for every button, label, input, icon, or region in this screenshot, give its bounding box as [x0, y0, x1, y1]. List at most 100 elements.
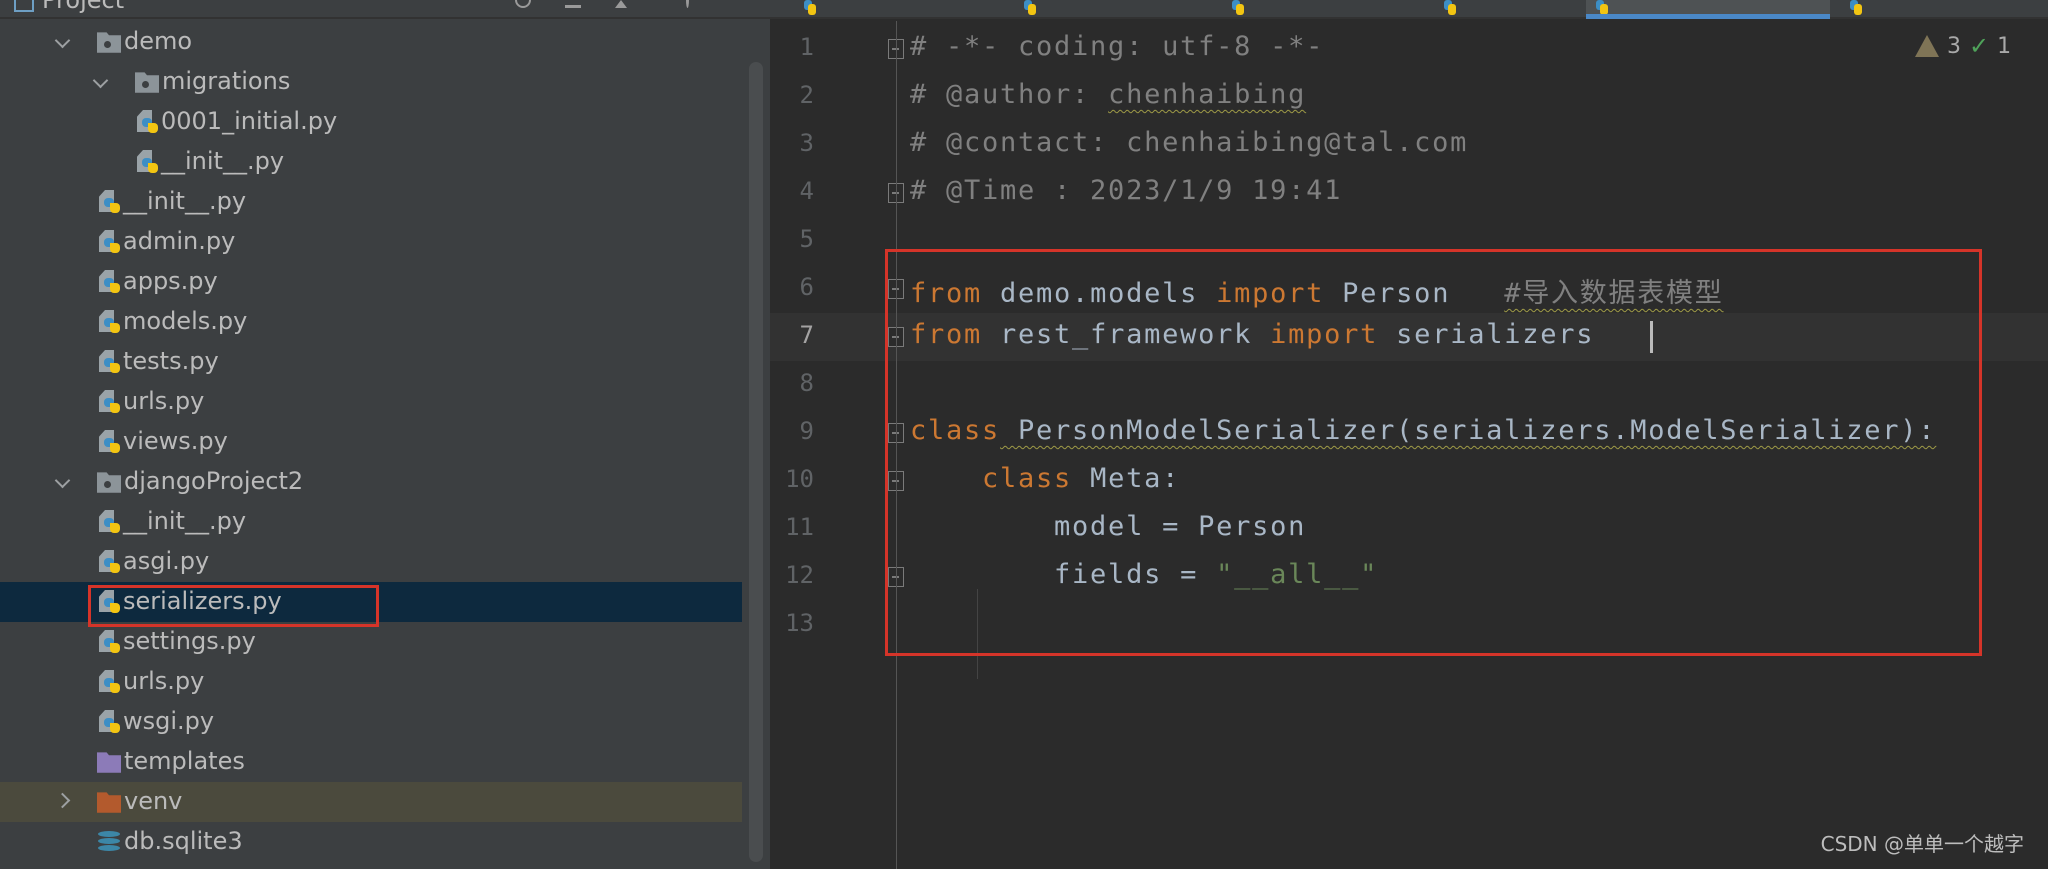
chevron-right-icon[interactable]: [54, 792, 71, 809]
tree-item[interactable]: urls.py: [0, 382, 742, 422]
tree-item[interactable]: djangoProject2: [0, 462, 742, 502]
collapse-all-icon[interactable]: [565, 0, 581, 8]
tree-item[interactable]: templates: [0, 742, 742, 782]
tree-item[interactable]: models.py: [0, 302, 742, 342]
typo-check-icon: ✓: [1969, 32, 1990, 60]
tree-item[interactable]: venv: [0, 782, 742, 822]
code-line[interactable]: 2 # @author: chenhaibing: [770, 73, 2048, 121]
line-number: 4: [799, 177, 814, 205]
tree-item[interactable]: __init__.py: [0, 142, 742, 182]
code-text: # -*- coding: utf-8 -*-: [910, 31, 1324, 62]
code-token: chenhaibing: [1108, 79, 1307, 110]
python-file-icon: [99, 550, 123, 574]
tree-item[interactable]: settings.py: [0, 622, 742, 662]
tree-item-label: apps.py: [123, 267, 218, 295]
editor-tab[interactable]: [1840, 0, 2040, 19]
tree-item-label: asgi.py: [123, 547, 210, 575]
folder-package-icon: [135, 72, 159, 93]
line-number: 9: [799, 417, 814, 445]
python-file-icon: [137, 150, 161, 174]
code-line[interactable]: 3 # @contact: chenhaibing@tal.com: [770, 121, 2048, 169]
tree-item[interactable]: asgi.py: [0, 542, 742, 582]
tree-item[interactable]: migrations: [0, 62, 742, 102]
tree-item-label: demo: [124, 27, 193, 55]
chevron-down-icon[interactable]: [54, 472, 71, 489]
tree-item[interactable]: __init__.py: [0, 182, 742, 222]
tree-item-label: tests.py: [123, 347, 219, 375]
watermark: CSDN @单单一个越字: [1820, 832, 2024, 856]
tree-item[interactable]: db.sqlite3: [0, 822, 742, 862]
python-file-icon: [99, 230, 123, 254]
tree-item-label: wsgi.py: [123, 707, 215, 735]
code-line[interactable]: 4 # @Time : 2023/1/9 19:41: [770, 169, 2048, 217]
code-token: # @Time : 2023/1/9 19:41: [910, 175, 1343, 206]
code-text: # @contact: chenhaibing@tal.com: [910, 127, 1468, 158]
tree-item-label: __init__.py: [161, 147, 285, 175]
tree-item[interactable]: wsgi.py: [0, 702, 742, 742]
database-icon: [97, 830, 121, 854]
code-line[interactable]: 1 # -*- coding: utf-8 -*-: [770, 25, 2048, 73]
line-number: 11: [785, 513, 814, 541]
tree-item[interactable]: 0001_initial.py: [0, 102, 742, 142]
tree-item[interactable]: tests.py: [0, 342, 742, 382]
tree-item[interactable]: views.py: [0, 422, 742, 462]
editor-tab[interactable]: [1434, 0, 1584, 19]
python-file-icon: [99, 630, 123, 654]
tree-item-label: __init__.py: [123, 187, 247, 215]
project-panel-title[interactable]: Project: [42, 0, 124, 14]
folder-package-icon: [97, 32, 121, 53]
tree-item-label: migrations: [162, 67, 291, 95]
tree-item-label: models.py: [123, 307, 248, 335]
tree-item[interactable]: demo: [0, 22, 742, 62]
tree-item-label: views.py: [123, 427, 228, 455]
line-number: 5: [799, 225, 814, 253]
chevron-down-icon[interactable]: [54, 32, 71, 49]
line-number: 2: [799, 81, 814, 109]
python-file-icon: [99, 710, 123, 734]
tree-item-label: admin.py: [123, 227, 236, 255]
python-file-icon: [99, 390, 123, 414]
folder-excluded-icon: [97, 792, 121, 813]
tree-item[interactable]: urls.py: [0, 662, 742, 702]
tree-item[interactable]: __init__.py: [0, 502, 742, 542]
editor-tab[interactable]: [1014, 0, 1214, 19]
python-file-icon: [99, 670, 123, 694]
python-file-icon: [99, 430, 123, 454]
editor-tab[interactable]: [1222, 0, 1422, 19]
weak-warning-count: 1: [1997, 33, 2012, 59]
python-file-icon: [99, 510, 123, 534]
python-file-icon: [99, 350, 123, 374]
warning-icon: [1915, 35, 1939, 57]
annotation-box-selected-file: [88, 585, 379, 627]
editor-tabs: [770, 0, 2048, 19]
tree-item-label: djangoProject2: [124, 467, 304, 495]
project-panel: Project demo migrations 0001_initial.py __i…: [0, 0, 770, 869]
tree-item-label: db.sqlite3: [124, 827, 243, 855]
line-number: 10: [785, 465, 814, 493]
chevron-down-icon[interactable]: [92, 72, 109, 89]
python-file-icon: [1232, 0, 1246, 15]
tree-item[interactable]: apps.py: [0, 262, 742, 302]
editor-tab-active[interactable]: [1586, 0, 1830, 19]
line-number: 12: [785, 561, 814, 589]
python-file-icon: [99, 270, 123, 294]
python-file-icon: [99, 190, 123, 214]
line-number: 7: [799, 321, 814, 349]
code-token: # @contact: chenhaibing@tal.com: [910, 127, 1469, 158]
locate-icon[interactable]: [515, 0, 531, 8]
project-panel-header: Project: [0, 0, 770, 19]
tree-item-label: venv: [124, 787, 183, 815]
python-file-icon: [1024, 0, 1038, 15]
inspection-widget[interactable]: 3 ✓ 1: [1915, 32, 2011, 60]
editor-tab[interactable]: [794, 0, 1004, 19]
hide-icon[interactable]: [686, 0, 689, 8]
python-file-icon: [1850, 0, 1864, 15]
tree-item[interactable]: admin.py: [0, 222, 742, 262]
tree-item-label: settings.py: [123, 627, 256, 655]
tree-item-label: 0001_initial.py: [161, 107, 338, 135]
line-number: 8: [799, 369, 814, 397]
project-scrollbar[interactable]: [749, 62, 763, 862]
code-text: # @author: chenhaibing: [910, 79, 1306, 110]
python-file-icon: [1444, 0, 1458, 15]
options-icon[interactable]: [615, 0, 627, 8]
